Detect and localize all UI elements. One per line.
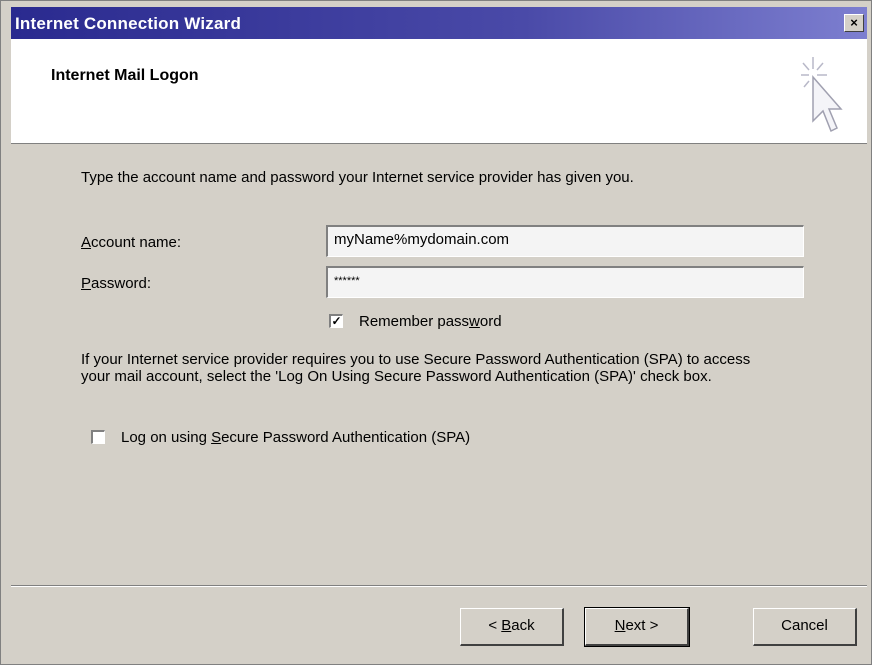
next-button[interactable]: Next > xyxy=(584,607,690,647)
password-field[interactable]: ****** xyxy=(326,266,804,298)
footer-divider xyxy=(11,585,867,587)
spa-checkbox-label[interactable]: Log on using Secure Password Authenticat… xyxy=(121,429,470,446)
account-name-label: Account name: xyxy=(81,234,182,251)
spa-description: If your Internet service provider requir… xyxy=(81,351,751,385)
wizard-window: Internet Connection Wizard × Internet Ma… xyxy=(0,0,872,665)
title-bar[interactable]: Internet Connection Wizard × xyxy=(11,7,867,39)
spa-checkbox[interactable] xyxy=(91,430,105,444)
close-button[interactable]: × xyxy=(844,14,864,32)
window-title: Internet Connection Wizard xyxy=(15,14,242,33)
close-icon: × xyxy=(850,15,858,30)
wizard-cursor-sparkle-icon xyxy=(801,57,843,133)
intro-text: Type the account name and password your … xyxy=(81,169,634,186)
page-title: Internet Mail Logon xyxy=(51,67,199,84)
remember-password-label[interactable]: Remember password xyxy=(359,313,502,330)
password-label: Password: xyxy=(81,275,152,292)
back-button[interactable]: < Back xyxy=(460,608,564,646)
cancel-button[interactable]: Cancel xyxy=(753,608,857,646)
wizard-header: Internet Mail Logon xyxy=(11,39,867,144)
account-name-field[interactable]: myName%mydomain.com xyxy=(326,225,804,257)
remember-password-checkbox[interactable]: ✓ xyxy=(329,314,343,328)
